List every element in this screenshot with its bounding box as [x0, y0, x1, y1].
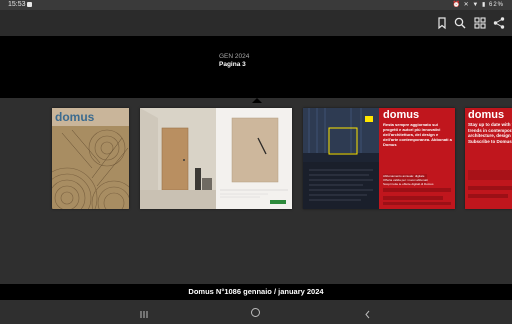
system-nav-bar	[0, 300, 512, 320]
offer-line: Scopri tutte le offerte digitali di Domu…	[383, 182, 434, 186]
recents-button[interactable]	[139, 306, 149, 318]
home-button[interactable]	[250, 305, 261, 317]
current-page-pointer	[252, 98, 262, 103]
mute-icon: ✕	[463, 2, 470, 8]
battery-icon: ▮	[482, 2, 487, 8]
offer-list-it: Abbonamento annuale: digitale Offerta va…	[383, 174, 453, 186]
issue-title: Domus N°1086 gennaio / january 2024	[188, 287, 324, 296]
status-time: 15:53	[8, 1, 26, 8]
grid-view-icon[interactable]	[473, 16, 487, 30]
issue-month: GEN 2024	[219, 53, 250, 60]
battery-level: 62%	[488, 2, 504, 8]
wifi-icon: ▼	[472, 2, 480, 8]
app-bar	[0, 10, 512, 36]
page-spread-selected[interactable]	[140, 108, 292, 209]
notification-icon	[27, 2, 32, 7]
subscription-headline-it: Resta sempre aggiornato sui progetti e a…	[383, 122, 452, 147]
status-bar: 15:53 ⏰ ✕ ▼ ▮ 62%	[0, 0, 512, 10]
share-icon[interactable]	[492, 16, 506, 30]
back-button[interactable]	[363, 306, 372, 319]
cover-masthead: domus	[55, 110, 95, 124]
page-thumbnail-next[interactable]: domus Stay up to date with the key trend…	[465, 108, 512, 209]
current-page-label: Pagina 3	[219, 61, 246, 68]
page-spread-subscription[interactable]: domus Resta sempre aggiornato sui proget…	[303, 108, 455, 209]
page-thumbnail-cover[interactable]: domus	[52, 108, 129, 209]
status-icons: ⏰ ✕ ▼ ▮ 62%	[453, 0, 504, 10]
issue-title-bar: Domus N°1086 gennaio / january 2024	[0, 284, 512, 300]
bookmark-icon[interactable]	[435, 16, 449, 30]
search-icon[interactable]	[453, 16, 467, 30]
alarm-icon: ⏰	[452, 2, 461, 8]
page-header-band	[0, 36, 512, 98]
spread-masthead: domus	[383, 109, 420, 121]
